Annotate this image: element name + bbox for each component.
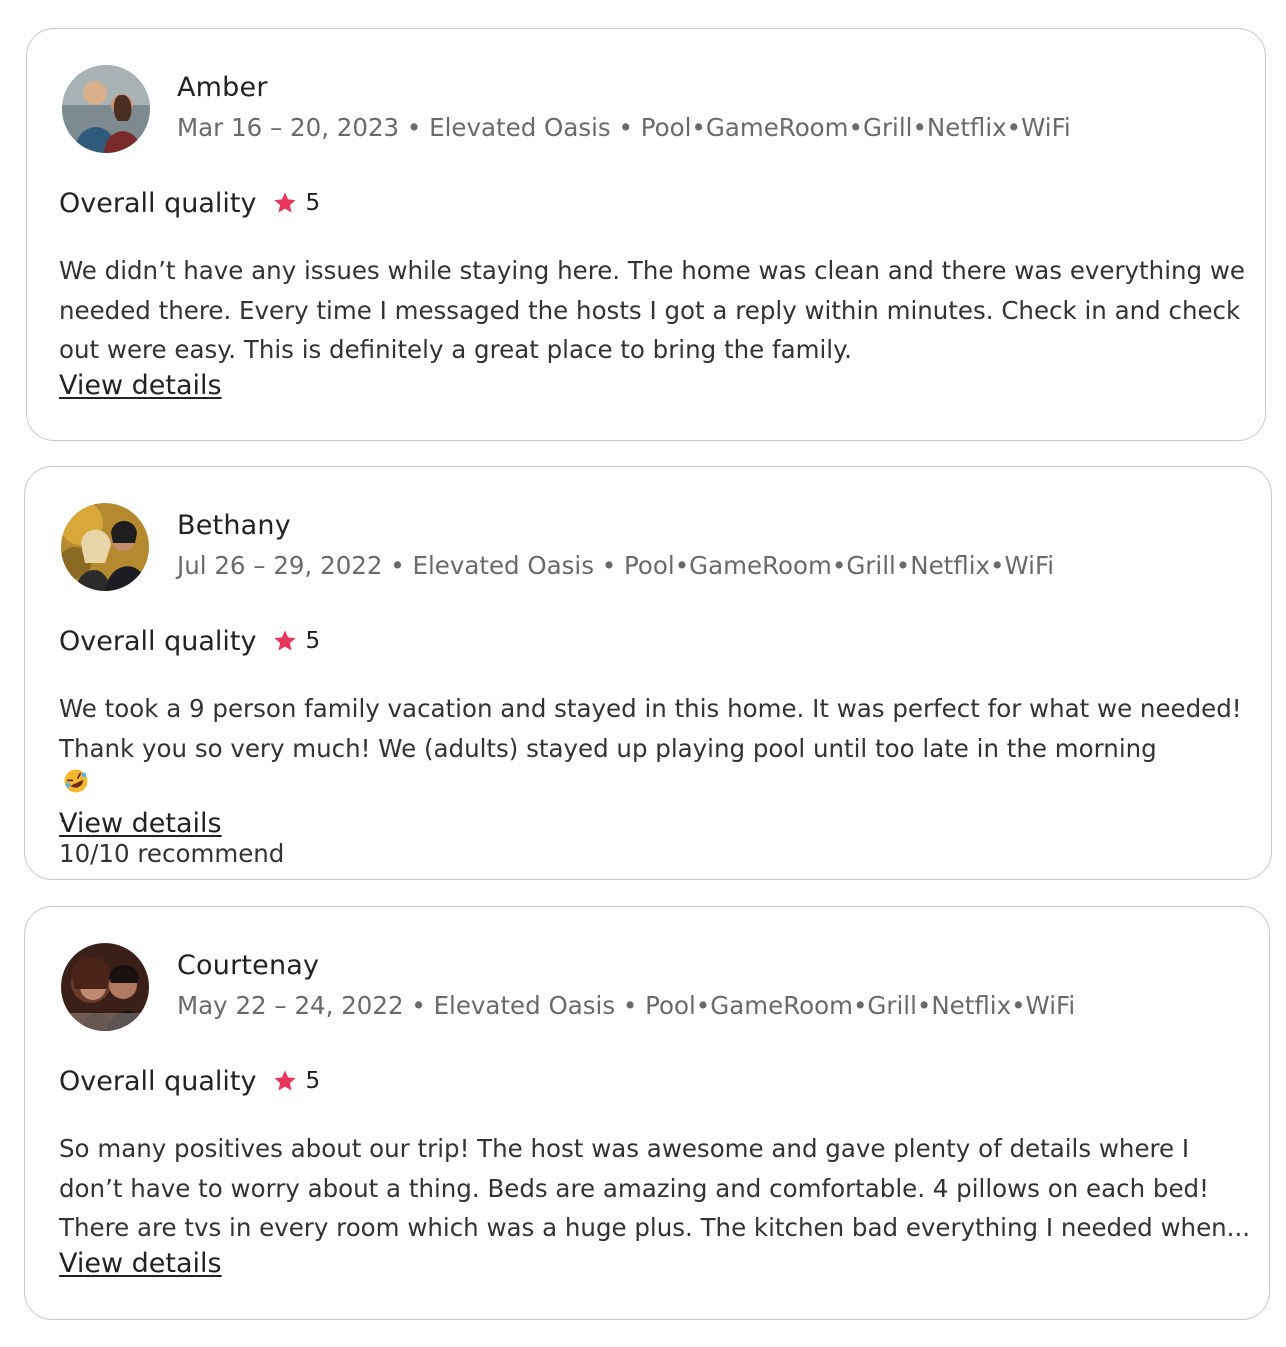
avatar[interactable] (61, 503, 149, 591)
avatar[interactable] (62, 65, 150, 153)
star-icon (273, 629, 297, 653)
view-details-link[interactable]: View details (59, 369, 222, 403)
review-text-line: There are tvs in every room which was a … (59, 1213, 1251, 1242)
review-card: Amber Mar 16 – 20, 2023 • Elevated Oasis… (26, 28, 1266, 441)
star-icon (273, 1069, 297, 1093)
avatar-photo (62, 65, 150, 153)
review-text: We didn’t have any issues while staying … (59, 251, 1249, 370)
avatar-photo (61, 503, 149, 591)
rating-label: Overall quality (59, 625, 257, 657)
avatar[interactable] (61, 943, 149, 1031)
review-text-line: Thank you so very much! We (adults) stay… (59, 733, 1157, 763)
rating-row: Overall quality 5 (59, 185, 320, 221)
review-text-line: We didn’t have any issues while staying … (59, 256, 1245, 285)
stay-details: May 22 – 24, 2022 • Elevated Oasis • Poo… (177, 991, 1076, 1020)
avatar-photo (61, 943, 149, 1031)
review-text-line: needed there. Every time I messaged the … (59, 295, 1241, 325)
rolling-on-floor-laughing-emoji-icon (63, 768, 89, 794)
rating-value: 5 (305, 190, 321, 216)
stay-details: Jul 26 – 29, 2022 • Elevated Oasis • Poo… (177, 551, 1055, 580)
view-details-link[interactable]: View details (59, 807, 222, 841)
view-details-link[interactable]: View details (59, 1247, 222, 1281)
reviewer-name: Courtenay (177, 950, 320, 981)
stay-details: Mar 16 – 20, 2023 • Elevated Oasis • Poo… (177, 113, 1071, 142)
reviewer-name: Bethany (177, 510, 291, 541)
reviewer-name: Amber (177, 72, 268, 103)
star-icon (273, 191, 297, 215)
review-text-line: don’t have to worry about a thing. Beds … (59, 1173, 1209, 1203)
review-text: So many positives about our trip! The ho… (59, 1129, 1251, 1248)
review-card: Courtenay May 22 – 24, 2022 • Elevated O… (24, 906, 1270, 1320)
rating-row: Overall quality 5 (59, 623, 320, 659)
rating-row: Overall quality 5 (59, 1063, 320, 1099)
review-card: Bethany Jul 26 – 29, 2022 • Elevated Oas… (24, 466, 1272, 880)
rating-value: 5 (305, 1068, 321, 1094)
review-text: We took a 9 person family vacation and s… (59, 689, 1249, 873)
review-text-line-with-emoji: Thank you so very much! We (adults) stay… (59, 729, 1249, 834)
rating-value: 5 (305, 628, 321, 654)
review-text-line: out were easy. This is definitely a grea… (59, 335, 852, 364)
rating-label: Overall quality (59, 187, 257, 219)
rating-label: Overall quality (59, 1065, 257, 1097)
review-text-line: 10/10 recommend (59, 838, 285, 868)
review-text-line: We took a 9 person family vacation and s… (59, 694, 1242, 723)
review-text-line: So many positives about our trip! The ho… (59, 1134, 1190, 1163)
